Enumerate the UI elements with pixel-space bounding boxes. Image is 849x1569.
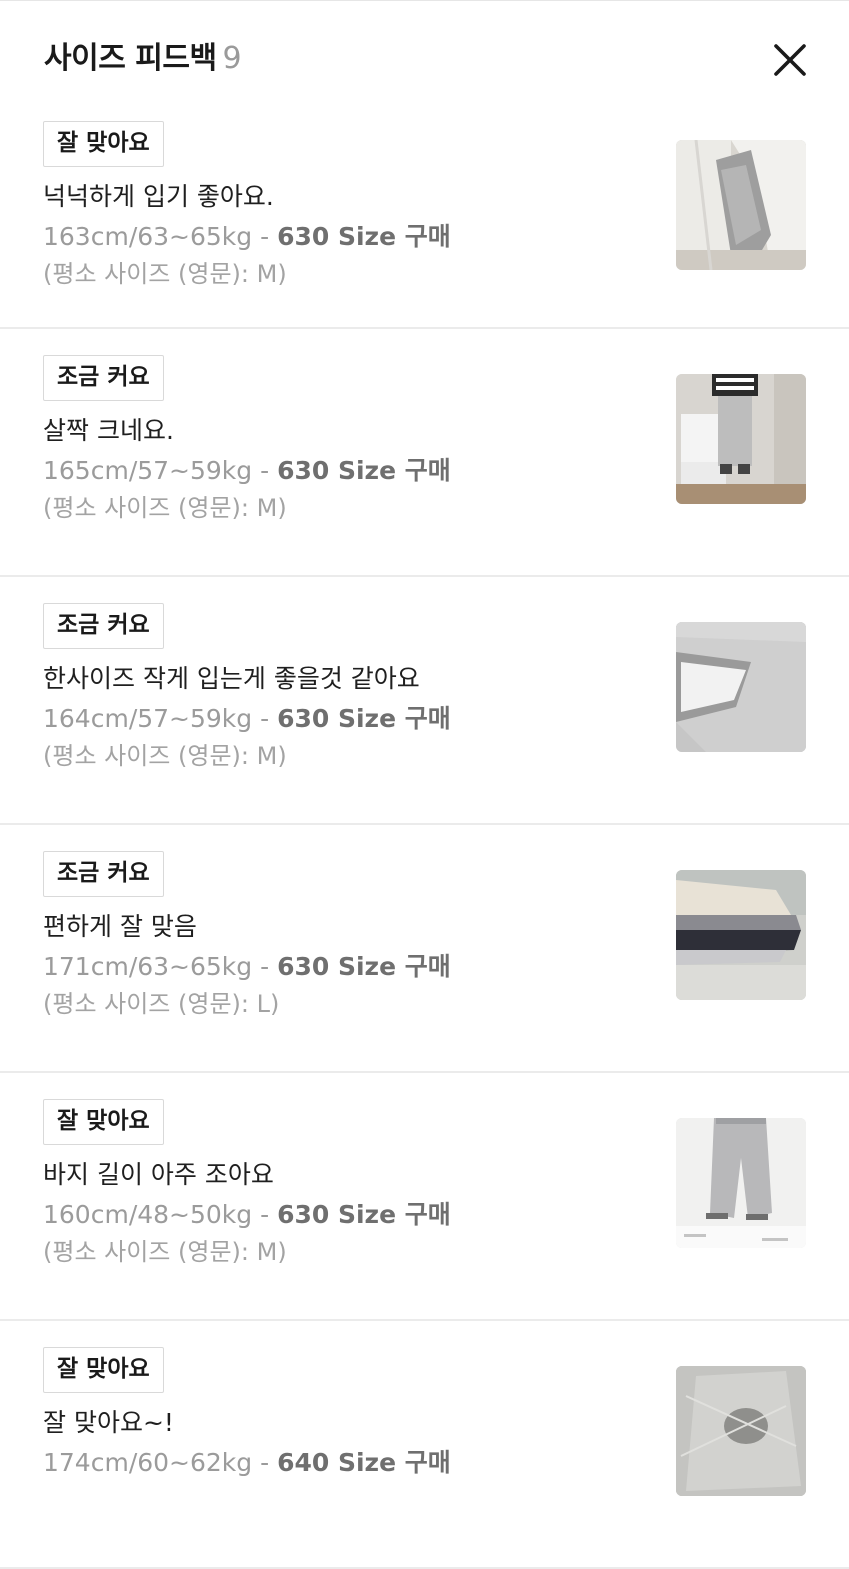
review-item: 잘 맞아요 잘 맞아요~! 174cm/60~62kg - 640 Size 구…: [0, 1321, 849, 1569]
page-title: 사이즈 피드백 9: [44, 38, 242, 80]
review-photo[interactable]: [676, 1366, 806, 1496]
review-comment: 넉넉하게 입기 좋아요.: [43, 182, 274, 211]
close-button[interactable]: [770, 40, 810, 80]
review-photo[interactable]: [676, 140, 806, 270]
body-info: 165cm/57~59kg -: [43, 456, 270, 485]
body-info: 164cm/57~59kg -: [43, 704, 270, 733]
photo-white-jacket-gray-knit: [676, 140, 806, 270]
usual-size: (평소 사이즈 (영문): M): [43, 494, 287, 522]
usual-size: (평소 사이즈 (영문): M): [43, 742, 287, 770]
body-info: 171cm/63~65kg -: [43, 952, 270, 981]
review-photo[interactable]: [676, 622, 806, 752]
review-comment: 살짝 크네요.: [43, 416, 174, 445]
review-item: 조금 커요 살짝 크네요. 165cm/57~59kg - 630 Size 구…: [0, 329, 849, 577]
review-item: 조금 커요 한사이즈 작게 입는게 좋을것 같아요 164cm/57~59kg …: [0, 577, 849, 825]
fit-badge: 잘 맞아요: [43, 121, 164, 167]
fit-badge: 잘 맞아요: [43, 1347, 164, 1393]
reviewer-spec: 164cm/57~59kg - 630 Size 구매: [43, 701, 451, 737]
review-comment: 편하게 잘 맞음: [43, 912, 197, 941]
purchased-size: 630 Size 구매: [277, 456, 451, 485]
photo-gray-fabric-plastic-bag: [676, 1366, 806, 1496]
body-info: 160cm/48~50kg -: [43, 1200, 270, 1229]
review-comment: 바지 길이 아주 조아요: [43, 1160, 274, 1189]
usual-size: (평소 사이즈 (영문): M): [43, 260, 287, 288]
review-comment: 잘 맞아요~!: [43, 1408, 174, 1437]
fit-badge: 조금 커요: [43, 603, 164, 649]
review-item: 잘 맞아요 넉넉하게 입기 좋아요. 163cm/63~65kg - 630 S…: [0, 95, 849, 329]
close-icon: [774, 44, 806, 76]
feedback-list[interactable]: 잘 맞아요 넉넉하게 입기 좋아요. 163cm/63~65kg - 630 S…: [0, 95, 849, 1569]
purchased-size: 630 Size 구매: [277, 222, 451, 251]
body-info: 163cm/63~65kg -: [43, 222, 270, 251]
review-comment: 한사이즈 작게 입는게 좋을것 같아요: [43, 664, 420, 693]
review-photo[interactable]: [676, 1118, 806, 1248]
title-text: 사이즈 피드백: [44, 41, 217, 76]
review-item: 조금 커요 편하게 잘 맞음 171cm/63~65kg - 630 Size …: [0, 825, 849, 1073]
review-photo[interactable]: [676, 870, 806, 1000]
reviewer-spec: 160cm/48~50kg - 630 Size 구매: [43, 1197, 451, 1233]
fit-badge: 잘 맞아요: [43, 1099, 164, 1145]
reviewer-spec: 174cm/60~62kg - 640 Size 구매: [43, 1445, 451, 1481]
review-photo[interactable]: [676, 374, 806, 504]
purchased-size: 630 Size 구매: [277, 1200, 451, 1229]
purchased-size: 630 Size 구매: [277, 952, 451, 981]
photo-mirror-selfie-gray-pants: [676, 374, 806, 504]
fit-badge: 조금 커요: [43, 355, 164, 401]
photo-folded-clothes-stack: [676, 870, 806, 1000]
reviewer-spec: 163cm/63~65kg - 630 Size 구매: [43, 219, 451, 255]
fit-badge: 조금 커요: [43, 851, 164, 897]
reviewer-spec: 165cm/57~59kg - 630 Size 구매: [43, 453, 451, 489]
purchased-size: 640 Size 구매: [277, 1448, 451, 1477]
purchased-size: 630 Size 구매: [277, 704, 451, 733]
usual-size: (평소 사이즈 (영문): L): [43, 990, 280, 1018]
usual-size: (평소 사이즈 (영문): M): [43, 1238, 287, 1266]
reviewer-spec: 171cm/63~65kg - 630 Size 구매: [43, 949, 451, 985]
review-count: 9: [222, 41, 242, 76]
photo-gray-fabric-closeup: [676, 622, 806, 752]
body-info: 174cm/60~62kg -: [43, 1448, 270, 1477]
review-item: 잘 맞아요 바지 길이 아주 조아요 160cm/48~50kg - 630 S…: [0, 1073, 849, 1321]
photo-model-gray-wide-pants: [676, 1118, 806, 1248]
